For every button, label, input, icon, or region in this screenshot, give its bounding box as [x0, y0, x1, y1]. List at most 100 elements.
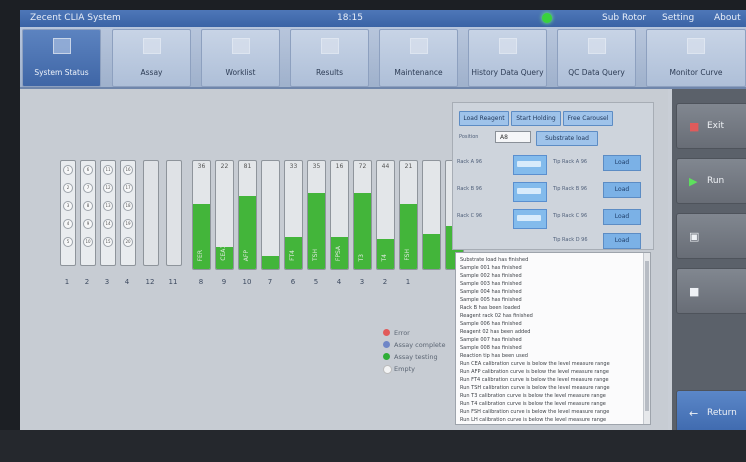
app-title: Zecent CLIA System [30, 13, 121, 23]
exit-label: Exit [707, 121, 725, 131]
position-label: 3 [359, 278, 365, 286]
position-label: 7 [267, 278, 273, 286]
reagent-rack[interactable] [261, 160, 280, 270]
log-line: Run FT4 calibration curve is below the l… [460, 377, 609, 383]
return-button[interactable]: ← Return [676, 390, 746, 430]
tab-assay[interactable]: Assay [112, 29, 191, 87]
log-line: Run LH calibration curve is below the le… [460, 417, 607, 423]
position-label: 12 [145, 278, 155, 286]
log-line: Run T3 calibration curve is below the le… [460, 393, 606, 399]
rack-fill-level [262, 256, 279, 269]
position-label: 11 [168, 278, 178, 286]
log-scrollbar[interactable] [643, 253, 650, 424]
monitor-curve-icon [687, 38, 705, 54]
position-label: 2 [382, 278, 388, 286]
position-label: 4 [336, 278, 342, 286]
reagent-rack[interactable]: 21 FSH [399, 160, 418, 270]
position-label: 1 [405, 278, 411, 286]
message-log[interactable]: Substrate load has finished Sample 001 ha… [455, 252, 651, 425]
log-scroll-thumb[interactable] [645, 261, 649, 411]
exit-icon: ■ [689, 120, 700, 133]
run-label: Run [707, 176, 725, 186]
rack-reagent-name: TSH [312, 249, 319, 261]
run-button[interactable]: ▶ Run [676, 158, 746, 204]
tab-qc-data-query[interactable]: QC Data Query [557, 29, 636, 87]
position-label: 4 [124, 278, 130, 286]
log-line: Sample 007 has finished [460, 337, 522, 343]
rack-reagent-name: AFP [243, 249, 250, 261]
tab-monitor-curve[interactable]: Monitor Curve [646, 29, 746, 87]
tip-rack-b-label: Tip Rack B 96 [553, 186, 588, 192]
reagent-rack[interactable]: 72 T3 [353, 160, 372, 270]
tab-maintenance[interactable]: Maintenance [379, 29, 458, 87]
rack-reagent-name: FT4 [289, 250, 296, 261]
log-line: Run TSH calibration curve is below the l… [460, 385, 610, 391]
position-label: 3 [104, 278, 110, 286]
rack-reagent-name: FPSA [335, 245, 342, 261]
tip-rack-a-label: Tip Rack A 96 [553, 159, 588, 165]
history-icon [499, 38, 517, 54]
system-status-icon [53, 38, 71, 54]
free-carousel-button[interactable]: Free Carousel [563, 111, 613, 126]
play-icon: ▶ [689, 175, 698, 188]
position-label: 5 [313, 278, 319, 286]
reagent-rack[interactable]: 16 FPSA [330, 160, 349, 270]
stop-icon: ■ [689, 285, 700, 298]
tab-history-data-query[interactable]: History Data Query [468, 29, 547, 87]
exit-button[interactable]: ■ Exit [676, 103, 746, 149]
rack-reagent-name: T3 [358, 253, 365, 261]
load-rack-c-button[interactable]: Load [603, 209, 641, 225]
rack-number: 72 [358, 163, 367, 170]
start-holding-button[interactable]: Start Holding [511, 111, 561, 126]
reagent-rack[interactable]: 22 CEA15 [215, 160, 234, 270]
rack-b-status [513, 182, 547, 202]
reagent-rack[interactable]: 35 TSH [307, 160, 326, 270]
load-rack-d-button[interactable]: Load [603, 233, 641, 249]
sample-position-column-2: 6 7 8 9 10 [80, 160, 96, 266]
tab-label: Results [315, 68, 344, 77]
stop-button[interactable]: ■ [676, 268, 746, 314]
reagent-rack[interactable]: 44 T4 [376, 160, 395, 270]
position-label: 8 [198, 278, 204, 286]
load-rack-b-button[interactable]: Load [603, 182, 641, 198]
log-line: Reagent rack 02 has finished [460, 313, 533, 319]
position-input[interactable]: A8 [495, 131, 531, 143]
position-label: 6 [290, 278, 296, 286]
rack-number: 44 [381, 163, 390, 170]
return-arrow-icon: ← [689, 407, 699, 420]
right-action-panel: ■ Exit ▶ Run ▣ ■ ← Return [672, 89, 746, 430]
reagent-rack[interactable] [422, 160, 441, 270]
maintenance-icon [410, 38, 428, 54]
main-toolbar: System Status Assay Worklist Results Mai… [20, 27, 746, 89]
qc-icon [588, 38, 606, 54]
clock: 18:15 [337, 13, 363, 23]
tab-results[interactable]: Results [290, 29, 369, 87]
setting-link[interactable]: Setting [662, 13, 694, 23]
rack-number: 35 [312, 163, 321, 170]
reagent-rack[interactable]: 81 AFP [238, 160, 257, 270]
reagent-rack[interactable]: 33 FT4 [284, 160, 303, 270]
legend-complete: Assay complete [394, 341, 446, 349]
sub-rotor-link[interactable]: Sub Rotor [602, 13, 646, 23]
about-link[interactable]: About [714, 13, 741, 23]
load-rack-a-button[interactable]: Load [603, 155, 641, 171]
log-line: Sample 002 has finished [460, 273, 522, 279]
substrate-load-button[interactable]: Substrate load [536, 131, 598, 146]
empty-position-11 [166, 160, 182, 266]
load-reagent-button[interactable]: Load Reagent [459, 111, 509, 126]
log-line: Run T4 calibration curve is below the le… [460, 401, 606, 407]
tab-system-status[interactable]: System Status [22, 29, 101, 87]
tab-label: Assay [140, 68, 163, 77]
sample-position-column-4: 16 17 18 19 20 [120, 160, 136, 266]
save-button[interactable]: ▣ [676, 213, 746, 259]
rack-number: 81 [243, 163, 252, 170]
tip-rack-d-label: Tip Rack D 96 [553, 237, 588, 243]
rack-a-status [513, 155, 547, 175]
rack-c-status [513, 209, 547, 229]
log-line: Rack B has been loaded [460, 305, 521, 311]
legend-empty: Empty [394, 365, 415, 373]
reagent-rack[interactable]: 36 FER [192, 160, 211, 270]
log-line: Sample 006 has finished [460, 321, 522, 327]
tab-worklist[interactable]: Worklist [201, 29, 280, 87]
tab-label: Monitor Curve [669, 68, 723, 77]
